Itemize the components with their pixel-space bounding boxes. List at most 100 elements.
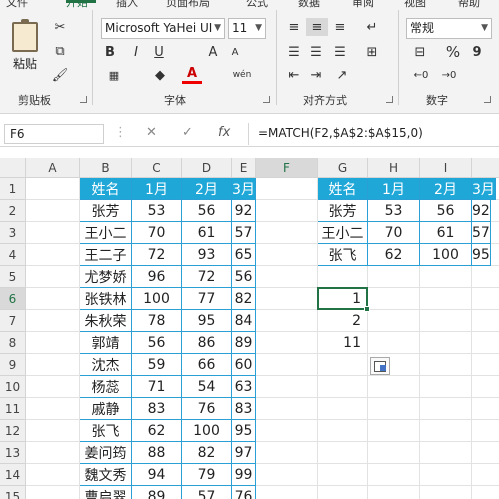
ribbon-tab[interactable]: 文件 bbox=[6, 0, 28, 10]
score-cell[interactable]: 100 bbox=[182, 420, 232, 442]
row-header[interactable]: 13 bbox=[0, 442, 26, 464]
grid-cell[interactable] bbox=[318, 354, 368, 376]
score-cell[interactable]: 65 bbox=[232, 244, 256, 266]
row-header[interactable]: 10 bbox=[0, 376, 26, 398]
clipboard-launcher-icon[interactable] bbox=[80, 96, 87, 103]
grid-cell[interactable] bbox=[318, 376, 368, 398]
number-format-select[interactable]: 常规 ▼ bbox=[406, 18, 492, 39]
row-header[interactable]: 11 bbox=[0, 398, 26, 420]
score-cell[interactable]: 89 bbox=[232, 332, 256, 354]
row-header[interactable]: 14 bbox=[0, 464, 26, 486]
grid-cell[interactable] bbox=[26, 354, 80, 376]
increase-decimal-icon[interactable]: ←0 bbox=[410, 66, 432, 84]
paste-icon[interactable] bbox=[12, 19, 38, 52]
grid-cell[interactable] bbox=[318, 398, 368, 420]
ribbon-tab[interactable]: 页面布局 bbox=[166, 0, 210, 10]
grid-cell[interactable] bbox=[420, 310, 472, 332]
increase-indent-icon[interactable]: ⇥ bbox=[306, 66, 326, 84]
score-cell[interactable]: 54 bbox=[182, 376, 232, 398]
number-launcher-icon[interactable] bbox=[484, 96, 491, 103]
grid-cell[interactable] bbox=[368, 310, 420, 332]
ribbon-tab[interactable]: 插入 bbox=[116, 0, 138, 10]
ribbon-tab[interactable]: 帮助 bbox=[458, 0, 480, 10]
grid-cell[interactable] bbox=[368, 420, 420, 442]
font-size-select[interactable]: 11 ▼ bbox=[228, 18, 266, 39]
score-cell[interactable]: 92 bbox=[232, 200, 256, 222]
percent-button[interactable]: % bbox=[444, 43, 462, 61]
grid-cell[interactable] bbox=[368, 266, 420, 288]
decrease-font-button[interactable]: A bbox=[226, 43, 244, 61]
table-header-cell[interactable]: 2月 bbox=[182, 178, 232, 200]
name-cell[interactable]: 沈杰 bbox=[80, 354, 132, 376]
score-cell[interactable]: 89 bbox=[132, 486, 182, 499]
comma-style-button[interactable]: 9 bbox=[468, 43, 486, 61]
grid-cell[interactable] bbox=[26, 244, 80, 266]
format-painter-icon[interactable]: 🖌 bbox=[50, 66, 70, 84]
row-header[interactable]: 12 bbox=[0, 420, 26, 442]
grid-cell[interactable] bbox=[256, 398, 318, 420]
score-cell[interactable]: 100 bbox=[132, 288, 182, 310]
score-cell[interactable]: 72 bbox=[132, 244, 182, 266]
column-header[interactable]: H bbox=[368, 158, 420, 178]
score-cell[interactable]: 94 bbox=[132, 464, 182, 486]
score-cell[interactable]: 83 bbox=[132, 398, 182, 420]
row-header[interactable]: 15 bbox=[0, 486, 26, 499]
score-cell[interactable]: 66 bbox=[182, 354, 232, 376]
row-header[interactable]: 2 bbox=[0, 200, 26, 222]
column-header[interactable]: E bbox=[232, 158, 256, 178]
score-cell[interactable]: 95 bbox=[472, 244, 491, 266]
score-cell[interactable]: 97 bbox=[232, 442, 256, 464]
score-cell[interactable]: 72 bbox=[182, 266, 232, 288]
column-header[interactable]: I bbox=[420, 158, 472, 178]
column-header[interactable]: B bbox=[80, 158, 132, 178]
score-cell[interactable]: 56 bbox=[132, 332, 182, 354]
column-header[interactable]: D bbox=[182, 158, 232, 178]
align-right-icon[interactable]: ☰ bbox=[330, 43, 350, 61]
row-header[interactable]: 6 bbox=[0, 288, 26, 310]
row-header[interactable]: 3 bbox=[0, 222, 26, 244]
score-cell[interactable]: 57 bbox=[232, 222, 256, 244]
table-header-cell[interactable]: 3月 bbox=[472, 178, 496, 200]
grid-cell[interactable] bbox=[420, 442, 472, 464]
grid-cell[interactable] bbox=[256, 486, 318, 499]
score-cell[interactable]: 86 bbox=[182, 332, 232, 354]
grid-cell[interactable] bbox=[472, 332, 499, 354]
grid-cell[interactable] bbox=[472, 266, 499, 288]
decrease-decimal-icon[interactable]: →0 bbox=[438, 66, 460, 84]
grid-cell[interactable] bbox=[368, 376, 420, 398]
score-cell[interactable]: 96 bbox=[132, 266, 182, 288]
score-cell[interactable]: 77 bbox=[182, 288, 232, 310]
grid-cell[interactable] bbox=[256, 222, 318, 244]
table-header-cell[interactable]: 1月 bbox=[132, 178, 182, 200]
score-cell[interactable]: 82 bbox=[232, 288, 256, 310]
grid-cell[interactable] bbox=[472, 288, 499, 310]
grid-cell[interactable] bbox=[26, 178, 80, 200]
grid-cell[interactable] bbox=[472, 354, 499, 376]
row-header[interactable]: 4 bbox=[0, 244, 26, 266]
grid-cell[interactable] bbox=[256, 376, 318, 398]
column-header[interactable]: C bbox=[132, 158, 182, 178]
score-cell[interactable]: 88 bbox=[132, 442, 182, 464]
grid-cell[interactable] bbox=[256, 200, 318, 222]
grid-cell[interactable] bbox=[26, 288, 80, 310]
score-cell[interactable]: 61 bbox=[182, 222, 232, 244]
table-header-cell[interactable]: 3月 bbox=[232, 178, 256, 200]
grid-cell[interactable] bbox=[26, 200, 80, 222]
score-cell[interactable]: 56 bbox=[182, 200, 232, 222]
ribbon-tab[interactable]: 视图 bbox=[404, 0, 426, 10]
column-header[interactable]: F bbox=[256, 158, 318, 178]
column-header[interactable]: G bbox=[318, 158, 368, 178]
accounting-format-icon[interactable]: ⊟ bbox=[408, 43, 432, 61]
grid-cell[interactable] bbox=[472, 398, 499, 420]
align-middle-icon[interactable]: ≡ bbox=[306, 18, 328, 36]
align-top-icon[interactable]: ≡ bbox=[284, 18, 304, 36]
score-cell[interactable]: 57 bbox=[182, 486, 232, 499]
ribbon-tab[interactable]: 数据 bbox=[298, 0, 320, 10]
grid-cell[interactable] bbox=[318, 442, 368, 464]
grid-cell[interactable] bbox=[26, 442, 80, 464]
grid-cell[interactable] bbox=[318, 420, 368, 442]
table-header-cell[interactable]: 2月 bbox=[420, 178, 472, 200]
row-header[interactable]: 7 bbox=[0, 310, 26, 332]
autofill-options-icon[interactable] bbox=[370, 357, 390, 375]
grid-cell[interactable] bbox=[472, 486, 499, 499]
